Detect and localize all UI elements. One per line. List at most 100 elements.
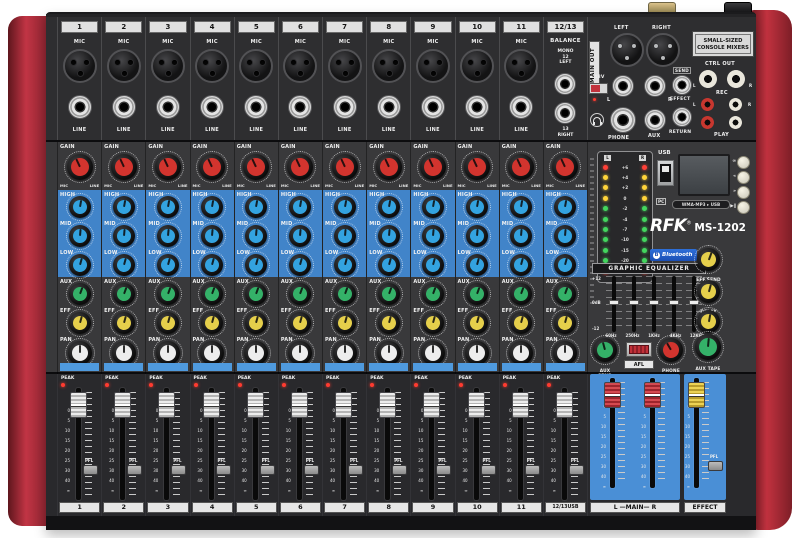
pan-knob[interactable] bbox=[465, 341, 489, 365]
aux-knob[interactable] bbox=[201, 283, 223, 305]
gain-knob[interactable] bbox=[243, 154, 269, 180]
gain-knob[interactable] bbox=[111, 154, 137, 180]
aux-tape-knob[interactable] bbox=[695, 334, 721, 360]
play-pause-button[interactable] bbox=[737, 201, 750, 214]
pan-knob[interactable] bbox=[333, 341, 357, 365]
eff-knob[interactable] bbox=[378, 312, 400, 334]
gain-knob[interactable] bbox=[464, 154, 490, 180]
eff-knob[interactable] bbox=[334, 312, 356, 334]
pfl-button[interactable] bbox=[348, 465, 363, 475]
pan-knob[interactable] bbox=[509, 341, 533, 365]
pan-knob[interactable] bbox=[244, 341, 268, 365]
eff-knob[interactable] bbox=[157, 312, 179, 334]
high-knob[interactable] bbox=[334, 196, 356, 218]
gain-knob[interactable] bbox=[155, 154, 181, 180]
gain-knob[interactable] bbox=[332, 154, 358, 180]
aux-knob[interactable] bbox=[510, 283, 532, 305]
master-fader[interactable] bbox=[604, 382, 621, 408]
gain-knob[interactable] bbox=[67, 154, 93, 180]
aux-knob[interactable] bbox=[422, 283, 444, 305]
aux-knob[interactable] bbox=[245, 283, 267, 305]
aux-knob[interactable] bbox=[466, 283, 488, 305]
high-knob[interactable] bbox=[422, 196, 444, 218]
aux-knob[interactable] bbox=[334, 283, 356, 305]
high-knob[interactable] bbox=[113, 196, 135, 218]
channel-fader[interactable] bbox=[247, 392, 264, 418]
mid-knob[interactable] bbox=[157, 225, 179, 247]
pfl-button[interactable] bbox=[436, 465, 451, 475]
gain-knob[interactable] bbox=[376, 154, 402, 180]
gain-knob[interactable] bbox=[552, 154, 578, 180]
aux-knob[interactable] bbox=[378, 283, 400, 305]
pan-knob[interactable] bbox=[112, 341, 136, 365]
low-knob[interactable] bbox=[378, 254, 400, 276]
low-knob[interactable] bbox=[422, 254, 444, 276]
gain-knob[interactable] bbox=[420, 154, 446, 180]
eff-knob[interactable] bbox=[245, 312, 267, 334]
mid-knob[interactable] bbox=[378, 225, 400, 247]
pan-knob[interactable] bbox=[553, 341, 577, 365]
mid-knob[interactable] bbox=[554, 225, 576, 247]
mid-knob[interactable] bbox=[201, 225, 223, 247]
gain-knob[interactable] bbox=[508, 154, 534, 180]
aux-send-knob[interactable] bbox=[593, 338, 617, 362]
pfl-button[interactable] bbox=[304, 465, 319, 475]
mid-knob[interactable] bbox=[334, 225, 356, 247]
gain-knob[interactable] bbox=[287, 154, 313, 180]
pfl-button[interactable] bbox=[127, 465, 142, 475]
pfl-button[interactable] bbox=[171, 465, 186, 475]
phantom-power-switch[interactable] bbox=[589, 83, 608, 94]
pan-knob[interactable] bbox=[288, 341, 312, 365]
pfl-button[interactable] bbox=[83, 465, 98, 475]
master-fader[interactable] bbox=[644, 382, 661, 408]
gain-knob[interactable] bbox=[199, 154, 225, 180]
pfl-button[interactable] bbox=[481, 465, 496, 475]
channel-fader[interactable] bbox=[158, 392, 175, 418]
mid-knob[interactable] bbox=[69, 225, 91, 247]
channel-fader[interactable] bbox=[335, 392, 352, 418]
low-knob[interactable] bbox=[334, 254, 356, 276]
pfl-button[interactable] bbox=[260, 465, 275, 475]
low-knob[interactable] bbox=[113, 254, 135, 276]
pfl-button[interactable] bbox=[392, 465, 407, 475]
eff-knob[interactable] bbox=[289, 312, 311, 334]
channel-fader[interactable] bbox=[291, 392, 308, 418]
high-knob[interactable] bbox=[510, 196, 532, 218]
channel-fader[interactable] bbox=[468, 392, 485, 418]
eq-slider-cap[interactable] bbox=[649, 300, 659, 305]
usb-port[interactable] bbox=[657, 160, 674, 186]
aux-knob[interactable] bbox=[157, 283, 179, 305]
aux-knob[interactable] bbox=[113, 283, 135, 305]
eff-knob[interactable] bbox=[113, 312, 135, 334]
mid-knob[interactable] bbox=[245, 225, 267, 247]
mid-knob[interactable] bbox=[113, 225, 135, 247]
pfl-button[interactable] bbox=[708, 461, 723, 471]
high-knob[interactable] bbox=[69, 196, 91, 218]
previous-button[interactable] bbox=[737, 171, 750, 184]
eff-knob[interactable] bbox=[201, 312, 223, 334]
eq-slider-cap[interactable] bbox=[629, 300, 639, 305]
low-knob[interactable] bbox=[157, 254, 179, 276]
eff-knob[interactable] bbox=[69, 312, 91, 334]
high-knob[interactable] bbox=[201, 196, 223, 218]
pan-knob[interactable] bbox=[156, 341, 180, 365]
low-knob[interactable] bbox=[510, 254, 532, 276]
eq-slider-cap[interactable] bbox=[669, 300, 679, 305]
reverb-knob[interactable] bbox=[697, 310, 720, 333]
eff-knob[interactable] bbox=[422, 312, 444, 334]
eff-knob[interactable] bbox=[554, 312, 576, 334]
pan-knob[interactable] bbox=[200, 341, 224, 365]
low-knob[interactable] bbox=[466, 254, 488, 276]
low-knob[interactable] bbox=[554, 254, 576, 276]
eff-send-knob[interactable] bbox=[697, 248, 720, 271]
high-knob[interactable] bbox=[245, 196, 267, 218]
pan-knob[interactable] bbox=[421, 341, 445, 365]
pfl-button[interactable] bbox=[569, 465, 584, 475]
high-knob[interactable] bbox=[289, 196, 311, 218]
mid-knob[interactable] bbox=[510, 225, 532, 247]
low-knob[interactable] bbox=[201, 254, 223, 276]
channel-fader[interactable] bbox=[379, 392, 396, 418]
channel-fader[interactable] bbox=[70, 392, 87, 418]
channel-fader[interactable] bbox=[423, 392, 440, 418]
channel-fader[interactable] bbox=[512, 392, 529, 418]
